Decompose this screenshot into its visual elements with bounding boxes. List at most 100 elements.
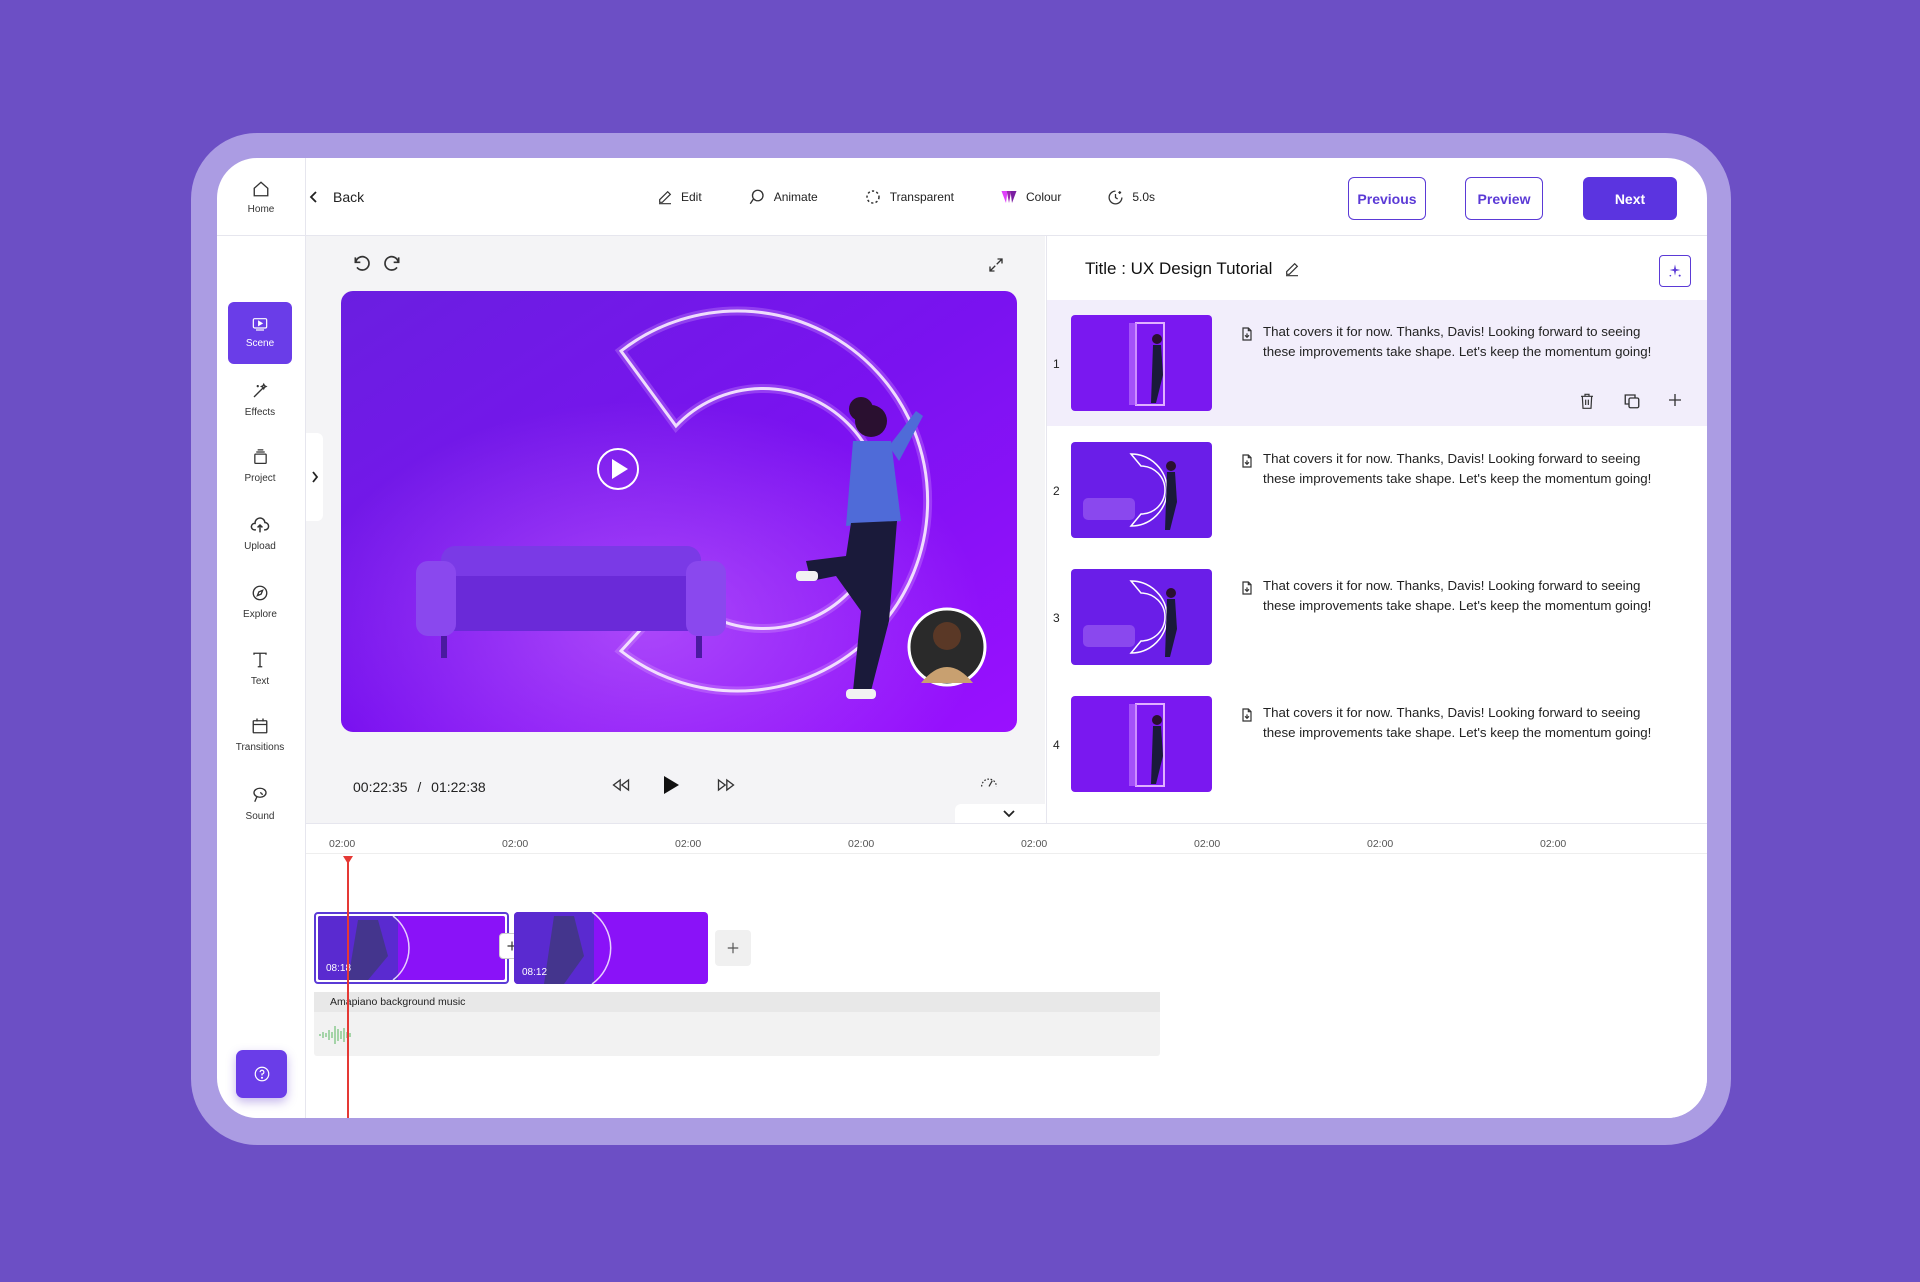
plus-icon [727,942,739,954]
undo-button[interactable] [352,254,372,274]
ruler-tick: 02:00 [848,838,875,850]
duplicate-scene-button[interactable] [1623,392,1641,410]
left-sidebar: Scene Effects Project Upload Explore Tex… [217,236,306,1118]
duration-tool[interactable]: 5.0s [1107,189,1155,206]
speed-button[interactable] [979,775,999,793]
fast-forward-button[interactable] [716,778,736,792]
scene-script-text: That covers it for now. Thanks, Davis! L… [1263,451,1652,486]
project-title-row: Title : UX Design Tutorial [1085,259,1300,279]
top-bar: Home Back Edit Animate Transparent Colou… [217,158,1707,236]
sidebar-item-text[interactable]: Text [228,638,292,700]
undo-icon [354,255,370,271]
scene-thumbnail[interactable] [1071,442,1212,538]
timeline-ruler: 02:00 02:00 02:00 02:00 02:00 02:00 02:0… [306,824,1707,854]
edit-label: Edit [681,190,702,204]
audio-track[interactable]: Amapiano background music [314,992,1160,1056]
play-icon [664,776,679,794]
script-icon [1239,326,1255,342]
redo-button[interactable] [382,254,402,274]
edit-tool[interactable]: Edit [657,189,702,205]
current-time: 00:22:35 [353,779,408,795]
scene-number: 4 [1053,738,1060,752]
colour-icon [1001,191,1017,203]
colour-tool[interactable]: Colour [1000,189,1061,205]
previous-button[interactable]: Previous [1348,177,1426,220]
sidebar-item-scene[interactable]: Scene [228,302,292,364]
animate-tool[interactable]: Animate [748,188,818,206]
video-preview[interactable] [341,291,1017,732]
clip-duration: 08:12 [522,967,548,978]
scene-thumbnail[interactable] [1071,315,1212,411]
sidebar-label-sound: Sound [245,811,275,822]
ruler-tick: 02:00 [675,838,702,850]
redo-icon [384,255,400,271]
playhead[interactable] [347,856,349,1118]
expand-panel-handle[interactable] [306,433,323,521]
pencil-icon [659,190,672,205]
help-button[interactable] [236,1050,287,1098]
sparkle-icon [1669,264,1681,277]
script-icon [1239,580,1255,596]
sidebar-label-effects: Effects [244,407,276,418]
animate-icon [749,189,764,205]
add-scene-button[interactable] [1667,392,1683,408]
scene-row-3[interactable]: 3 That covers it for now. Thanks, Davis!… [1047,554,1707,680]
home-label: Home [247,203,275,215]
effects-icon [253,382,268,398]
help-icon [254,1066,269,1082]
sidebar-item-project[interactable]: Project [228,435,292,497]
expand-icon [989,258,1003,272]
fast-forward-icon [717,778,735,792]
fullscreen-button[interactable] [987,256,1005,274]
scene-row-2[interactable]: 2 That covers it for now. Thanks, Davis!… [1047,427,1707,553]
sidebar-item-upload[interactable]: Upload [228,503,292,565]
preview-button[interactable]: Preview [1465,177,1543,220]
sidebar-item-sound[interactable]: Sound [228,773,292,835]
project-title: Title : UX Design Tutorial [1085,259,1273,278]
scene-row-1[interactable]: 1 That covers it for now. Thanks, Davis!… [1047,300,1707,426]
rewind-button[interactable] [611,778,631,792]
sidebar-item-explore[interactable]: Explore [228,571,292,633]
home-button[interactable]: Home [217,158,306,236]
scene-number: 3 [1053,611,1060,625]
duration-label: 5.0s [1132,190,1156,204]
scene-number: 1 [1053,357,1060,371]
timeline-clip-1[interactable]: 08:18 [314,912,509,984]
playhead-handle[interactable] [343,856,353,864]
scene-thumbnail[interactable] [1071,696,1212,792]
script-icon [1239,707,1255,723]
delete-scene-button[interactable] [1579,392,1595,410]
ruler-tick: 02:00 [502,838,529,850]
sidebar-label-project: Project [244,473,276,484]
chevron-down-icon [1003,810,1015,818]
project-icon [253,449,267,465]
script-icon [1239,453,1255,469]
play-button[interactable] [662,775,680,795]
scene-thumbnail[interactable] [1071,569,1212,665]
edit-title-icon[interactable] [1284,261,1300,277]
explore-icon [252,585,268,601]
timeline-clip-2[interactable]: 08:12 [514,912,708,984]
timeline: 02:00 02:00 02:00 02:00 02:00 02:00 02:0… [306,823,1707,1118]
audio-track-label: Amapiano background music [314,992,1160,1012]
back-button[interactable]: Back [309,184,364,210]
add-clip-button[interactable] [715,930,751,966]
transparent-tool[interactable]: Transparent [864,188,954,206]
sidebar-item-effects[interactable]: Effects [228,369,292,431]
ai-assist-button[interactable] [1659,255,1691,287]
sidebar-item-transitions[interactable]: Transitions [228,704,292,766]
sidebar-label-text: Text [250,676,270,687]
scene-script-text: That covers it for now. Thanks, Davis! L… [1263,324,1652,359]
duration-icon [1108,189,1123,205]
rewind-icon [612,778,630,792]
transparent-label: Transparent [889,190,954,204]
next-button[interactable]: Next [1583,177,1677,220]
scene-icon [252,318,268,331]
copy-icon [1624,394,1640,409]
ruler-tick: 02:00 [329,838,356,850]
sound-icon [253,787,267,803]
back-label: Back [333,189,365,205]
editor-screen: Home Back Edit Animate Transparent Colou… [217,158,1707,1118]
scene-row-4[interactable]: 4 That covers it for now. Thanks, Davis!… [1047,681,1707,807]
toolbar: Edit Animate Transparent Colour 5.0s [657,182,1155,212]
